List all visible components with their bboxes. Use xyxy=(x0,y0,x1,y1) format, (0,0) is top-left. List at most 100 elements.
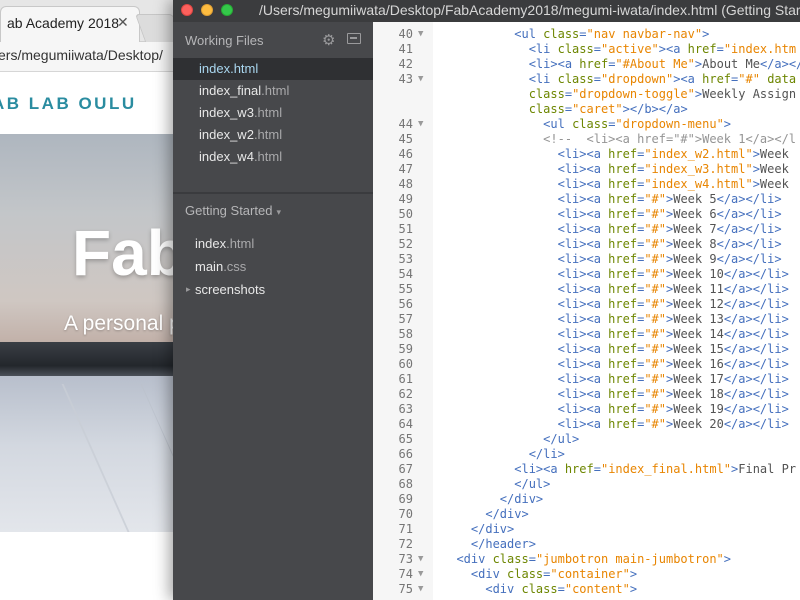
split-view-icon[interactable] xyxy=(347,33,361,44)
code-token: <li><a xyxy=(557,372,609,386)
window-minimize-button[interactable] xyxy=(201,4,213,16)
code-line[interactable]: 71 </div> xyxy=(373,522,800,537)
working-file-item[interactable]: index_w3.html xyxy=(173,102,373,124)
code-token: href xyxy=(608,162,638,176)
code-text: <!-- <li><a href="#">Week 1</a></l xyxy=(442,132,796,147)
code-line[interactable]: 74 ▼ <div class="container"> xyxy=(373,567,800,582)
file-extension: .html xyxy=(253,127,283,142)
code-line[interactable]: 65 </ul> xyxy=(373,432,800,447)
code-line[interactable]: 42 <li><a href="#About Me">About Me</a><… xyxy=(373,57,800,72)
code-editor[interactable]: 40 ▼ <ul class="nav navbar-nav"> 41 <li cl… xyxy=(373,22,800,600)
code-token: <li><a xyxy=(557,147,609,161)
code-text: </ul> xyxy=(442,432,579,447)
code-token: <li><a xyxy=(557,207,609,221)
fold-arrow-icon[interactable]: ▼ xyxy=(418,567,423,582)
code-line[interactable]: 66 </li> xyxy=(373,447,800,462)
code-line[interactable]: 55 <li><a href="#">Week 11</a></li> xyxy=(373,282,800,297)
code-token: "#" xyxy=(644,312,666,326)
project-file-item[interactable]: main.css xyxy=(173,256,373,278)
code-token: <li><a xyxy=(557,312,609,326)
chevron-right-icon[interactable]: ▸ xyxy=(186,284,191,295)
fold-arrow-icon[interactable]: ▼ xyxy=(418,72,423,87)
code-line[interactable]: 75 ▼ <div class="content"> xyxy=(373,582,800,597)
code-token: <li><a xyxy=(557,357,609,371)
code-line[interactable]: 44 ▼ <ul class="dropdown-menu"> xyxy=(373,117,800,132)
code-token: > xyxy=(702,27,710,41)
line-number: 58 xyxy=(398,327,413,341)
code-line[interactable]: 69 </div> xyxy=(373,492,800,507)
code-line[interactable]: 49 <li><a href="#">Week 5</a></li> xyxy=(373,192,800,207)
fold-arrow-icon[interactable]: ▼ xyxy=(418,552,423,567)
code-token: </ul> xyxy=(514,477,551,491)
fold-arrow-icon[interactable]: ▼ xyxy=(418,582,423,597)
project-file-item[interactable]: index.html xyxy=(173,233,373,255)
project-dropdown[interactable]: Getting Started ▾ xyxy=(185,203,281,218)
site-brand[interactable]: AB LAB OULU xyxy=(0,94,137,114)
folder-name: screenshots xyxy=(195,282,266,297)
code-token: Week 9 xyxy=(673,252,717,266)
code-line[interactable]: 43 ▼ <li class="dropdown"><a href="#" dat… xyxy=(373,72,800,87)
line-number: 72 xyxy=(398,537,413,551)
code-line[interactable]: 40 ▼ <ul class="nav navbar-nav"> xyxy=(373,27,800,42)
code-token: = xyxy=(564,102,573,116)
working-file-item[interactable]: index.html xyxy=(173,58,373,80)
code-line[interactable]: 41 <li class="active"><a href="index.htm xyxy=(373,42,800,57)
code-text: <li><a href="#">Week 10</a></li> xyxy=(442,267,789,282)
code-text: <ul class="dropdown-menu"> xyxy=(442,117,731,132)
code-line[interactable]: class="caret"></b></a> xyxy=(373,102,800,117)
working-file-item[interactable]: index_w4.html xyxy=(173,146,373,168)
code-line[interactable]: 54 <li><a href="#">Week 10</a></li> xyxy=(373,267,800,282)
code-line[interactable]: 73 ▼ <div class="jumbotron main-jumbotron… xyxy=(373,552,800,567)
code-line[interactable]: 64 <li><a href="#">Week 20</a></li> xyxy=(373,417,800,432)
code-line[interactable]: 58 <li><a href="#">Week 14</a></li> xyxy=(373,327,800,342)
code-text: <li><a href="#">Week 6</a></li> xyxy=(442,207,782,222)
browser-url-text[interactable]: ers/megumiiwata/Desktop/ xyxy=(0,47,163,63)
code-line[interactable]: 52 <li><a href="#">Week 8</a></li> xyxy=(373,237,800,252)
code-token: Final Pr xyxy=(738,462,797,476)
project-folder-item[interactable]: ▸ screenshots xyxy=(173,279,373,301)
working-file-item[interactable]: index_final.html xyxy=(173,80,373,102)
code-line[interactable]: 70 </div> xyxy=(373,507,800,522)
line-number: 61 xyxy=(398,372,413,386)
code-token: "#" xyxy=(644,297,666,311)
code-line[interactable]: 63 <li><a href="#">Week 19</a></li> xyxy=(373,402,800,417)
code-text: <div class="container"> xyxy=(442,567,637,582)
code-line[interactable]: 59 <li><a href="#">Week 15</a></li> xyxy=(373,342,800,357)
code-line[interactable]: 48 <li><a href="index_w4.html">Week xyxy=(373,177,800,192)
code-text: <li class="active"><a href="index.htm xyxy=(442,42,796,57)
window-close-button[interactable] xyxy=(181,4,193,16)
line-number: 53 xyxy=(398,252,413,266)
code-line[interactable]: 56 <li><a href="#">Week 12</a></li> xyxy=(373,297,800,312)
code-line[interactable]: class="dropdown-toggle">Weekly Assign xyxy=(373,87,800,102)
code-token: class xyxy=(557,72,594,86)
gear-icon[interactable]: ⚙ xyxy=(322,31,335,49)
code-line[interactable]: 67 <li><a href="index_final.html">Final … xyxy=(373,462,800,477)
code-line[interactable]: 60 <li><a href="#">Week 16</a></li> xyxy=(373,357,800,372)
code-line[interactable]: 50 <li><a href="#">Week 6</a></li> xyxy=(373,207,800,222)
code-line[interactable]: 61 <li><a href="#">Week 17</a></li> xyxy=(373,372,800,387)
fold-arrow-icon[interactable]: ▼ xyxy=(418,117,423,132)
code-text: <div class="jumbotron main-jumbotron"> xyxy=(442,552,731,567)
window-maximize-button[interactable] xyxy=(221,4,233,16)
fold-arrow-icon[interactable]: ▼ xyxy=(418,27,423,42)
code-token: = xyxy=(564,87,573,101)
code-line[interactable]: 46 <li><a href="index_w2.html">Week xyxy=(373,147,800,162)
code-line[interactable]: 53 <li><a href="#">Week 9</a></li> xyxy=(373,252,800,267)
line-number: 69 xyxy=(398,492,413,506)
code-line[interactable]: 51 <li><a href="#">Week 7</a></li> xyxy=(373,222,800,237)
code-line[interactable]: 72 </header> xyxy=(373,537,800,552)
code-line[interactable]: 45 <!-- <li><a href="#">Week 1</a></l xyxy=(373,132,800,147)
working-file-item[interactable]: index_w2.html xyxy=(173,124,373,146)
close-icon[interactable]: ✕ xyxy=(117,14,129,31)
code-line[interactable]: 68 </ul> xyxy=(373,477,800,492)
code-text: <li><a href="#">Week 13</a></li> xyxy=(442,312,789,327)
code-line[interactable]: 57 <li><a href="#">Week 13</a></li> xyxy=(373,312,800,327)
browser-tab[interactable]: ab Academy 2018 ✕ xyxy=(0,6,140,42)
file-extension: .html xyxy=(253,105,283,120)
code-line[interactable]: 47 <li><a href="index_w3.html">Week xyxy=(373,162,800,177)
chevron-down-icon: ▾ xyxy=(276,207,281,217)
code-token: Week 19 xyxy=(673,402,724,416)
code-line[interactable]: 62 <li><a href="#">Week 18</a></li> xyxy=(373,387,800,402)
